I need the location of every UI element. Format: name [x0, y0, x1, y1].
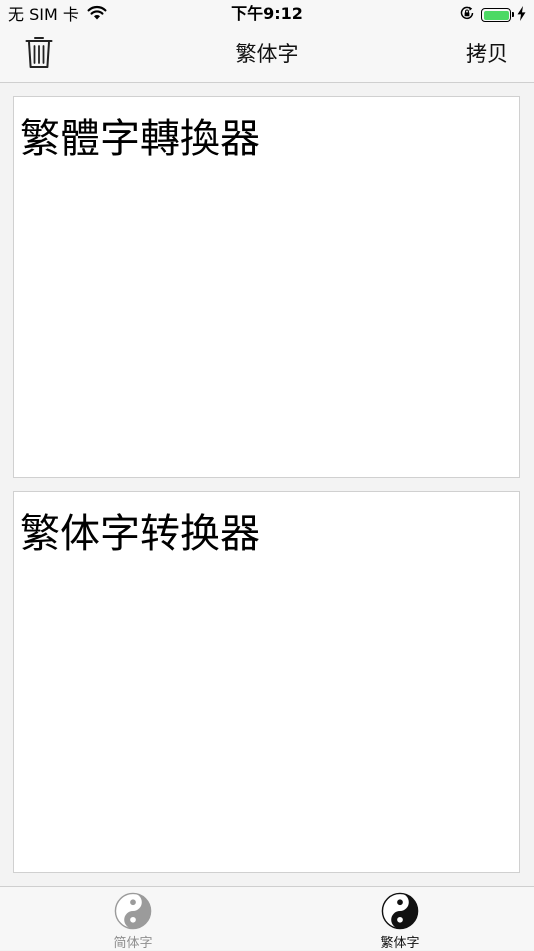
charging-bolt-icon: [517, 5, 526, 25]
tab-label: 简体字: [113, 936, 153, 951]
nav-bar: 繁体字 拷贝: [0, 28, 534, 83]
tab-bar: 简体字 繁体字: [0, 886, 534, 951]
tab-traditional[interactable]: 繁体字: [340, 892, 460, 951]
copy-button[interactable]: 拷贝: [466, 28, 508, 80]
orientation-lock-icon: [459, 5, 475, 25]
traditional-text-area[interactable]: 繁體字轉換器: [13, 96, 520, 478]
page-title: 繁体字: [235, 42, 299, 66]
status-right: [459, 5, 526, 25]
yin-yang-icon: [114, 892, 152, 934]
status-bar: 无 SIM 卡 下午9:12: [0, 0, 534, 28]
battery-level: [483, 10, 509, 20]
status-time: 下午9:12: [231, 4, 303, 23]
yin-yang-icon: [381, 892, 419, 934]
battery-icon: [481, 8, 514, 22]
tab-simplified[interactable]: 简体字: [73, 892, 193, 951]
simplified-text-area[interactable]: 繁体字转换器: [13, 491, 520, 873]
tab-label: 繁体字: [380, 936, 420, 951]
